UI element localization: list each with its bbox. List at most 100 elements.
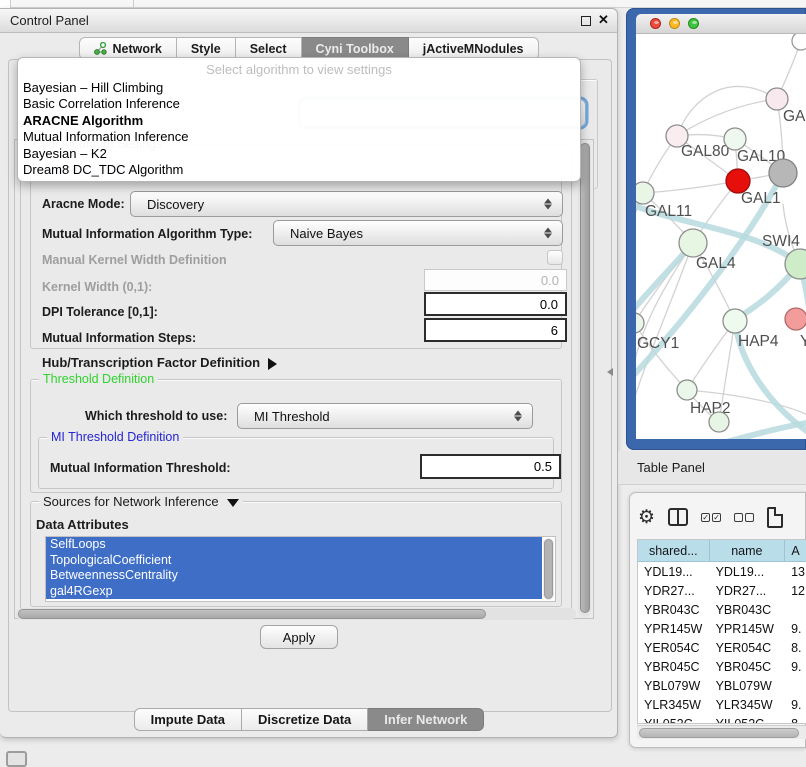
node-label: Y [800, 333, 806, 350]
table-horizontal-scrollbar[interactable] [637, 725, 806, 739]
vertical-scrollbar-thumb[interactable] [580, 143, 590, 613]
network-node-gal[interactable] [766, 88, 788, 110]
network-edge[interactable] [636, 243, 693, 375]
control-panel-titlebar[interactable]: Control Panel ✕ [0, 9, 617, 33]
kernel-width-field[interactable]: 0.0 [424, 269, 567, 291]
network-window-titlebar[interactable] [636, 14, 806, 34]
table-cell: YBR045C [710, 657, 786, 676]
network-edge[interactable] [719, 422, 806, 439]
algorithm-option[interactable]: ARACNE Algorithm [18, 113, 580, 129]
table-cell: 9. [785, 695, 806, 714]
network-node-gal10[interactable] [724, 128, 746, 150]
kernel-width-value: 0.0 [541, 273, 559, 288]
algorithm-option[interactable]: Basic Correlation Inference [18, 96, 580, 112]
network-node-gal11[interactable] [636, 182, 654, 204]
attribute-item[interactable]: TopologicalCoefficient [46, 553, 542, 569]
table-cell: YPR145W [710, 619, 786, 638]
column-header-1[interactable]: shared... [638, 540, 710, 561]
dpi-tolerance-field[interactable]: 0.0 [424, 292, 567, 316]
which-threshold-combobox[interactable]: MI Threshold [237, 403, 533, 429]
table-header-row[interactable]: shared...nameA [638, 540, 806, 562]
hub-definition-toggle[interactable]: Hub/Transcription Factor Definition [42, 355, 277, 370]
network-node-y[interactable] [785, 308, 806, 330]
deselect-all-icon[interactable] [734, 513, 754, 522]
minimize-traffic-light-icon[interactable] [669, 18, 680, 29]
attributes-scrollbar[interactable] [543, 538, 554, 600]
zoom-traffic-light-icon[interactable] [688, 18, 699, 29]
table-row[interactable]: YDL19...YDL19...13 [638, 562, 806, 581]
table-row[interactable]: YER054CYER054C8. [638, 638, 806, 657]
expand-right-icon [268, 358, 277, 370]
table-panel-titlebar[interactable]: Table Panel [618, 451, 806, 485]
network-view-window[interactable]: GALGAL80GAL10GAL1GAL11GAL4SWI4HAP4YGCY1H… [626, 8, 806, 450]
network-node-hap4[interactable] [723, 309, 747, 333]
mi-threshold-value: 0.5 [534, 459, 552, 474]
table-cell: YBR043C [710, 600, 786, 619]
import-table-icon[interactable] [767, 507, 783, 528]
close-icon[interactable]: ✕ [598, 12, 609, 28]
manual-kernel-checkbox[interactable] [547, 250, 563, 265]
attribute-item[interactable]: SelfLoops [46, 537, 542, 553]
algorithm-option[interactable]: Mutual Information Inference [18, 129, 580, 145]
data-attributes-list[interactable]: SelfLoopsTopologicalCoefficientBetweenne… [45, 536, 556, 602]
algorithm-option[interactable]: Dream8 DC_TDC Algorithm [18, 162, 580, 178]
table-cell: YDL19... [710, 562, 786, 581]
horizontal-scrollbar-thumb[interactable] [18, 609, 486, 619]
select-all-icon[interactable]: ✓✓ [701, 513, 721, 522]
table-scrollbar-thumb[interactable] [639, 728, 799, 738]
algorithm-dropdown-items: Bayesian – Hill ClimbingBasic Correlatio… [18, 80, 580, 178]
algorithm-option[interactable]: Bayesian – Hill Climbing [18, 80, 580, 96]
tab-infer-network[interactable]: Infer Network [368, 708, 484, 731]
mi-type-combobox[interactable]: Naive Bayes [273, 220, 563, 246]
network-node-hap2[interactable] [677, 380, 697, 400]
docked-panel-icon[interactable] [6, 751, 27, 767]
table-row[interactable]: YBL079WYBL079W [638, 676, 806, 695]
table-row[interactable]: YBR045CYBR045C9. [638, 657, 806, 676]
apply-button[interactable]: Apply [260, 625, 338, 649]
columns-icon[interactable] [668, 508, 688, 526]
node-table[interactable]: shared...nameA YDL19...YDL19...13YDR27..… [637, 539, 806, 724]
attributes-scrollbar-thumb[interactable] [544, 539, 553, 599]
aracne-mode-combobox[interactable]: Discovery [130, 191, 563, 217]
mi-threshold-field[interactable]: 0.5 [420, 454, 561, 479]
network-edge[interactable] [643, 181, 738, 193]
float-window-icon[interactable] [581, 16, 591, 26]
network-node-gcy1[interactable] [636, 313, 644, 333]
close-traffic-light-icon[interactable] [650, 18, 661, 29]
horizontal-scrollbar[interactable] [16, 608, 576, 620]
network-edge[interactable] [677, 99, 777, 136]
table-row[interactable]: YLR345WYLR345W9. [638, 695, 806, 714]
attribute-item[interactable]: gal4RGexp [46, 584, 542, 600]
table-row[interactable]: YBR043CYBR043C [638, 600, 806, 619]
vertical-scrollbar[interactable] [578, 141, 591, 617]
table-panel-card: ⚙ ✓✓ shared...nameA YDL19...YDL19...13YD… [629, 492, 806, 748]
mi-steps-field[interactable]: 6 [424, 318, 567, 342]
gear-icon[interactable]: ⚙ [638, 508, 655, 527]
table-row[interactable]: YPR145WYPR145W9. [638, 619, 806, 638]
table-cell: 8. [785, 638, 806, 657]
tab-impute-data[interactable]: Impute Data [134, 708, 242, 731]
app-toolbar-edge [0, 0, 806, 8]
table-cell: 9. [785, 657, 806, 676]
node-label: GAL80 [681, 143, 730, 160]
toolbar-divider [133, 0, 134, 8]
tab-label: Style [191, 42, 221, 56]
tab-discretize-data[interactable]: Discretize Data [242, 708, 368, 731]
column-header-3[interactable]: A [785, 540, 806, 561]
algorithm-option[interactable]: Bayesian – K2 [18, 146, 580, 162]
network-node[interactable] [709, 412, 729, 432]
table-cell: 9. [785, 619, 806, 638]
table-row[interactable]: YIL052CYIL052C8 [638, 714, 806, 724]
network-node-gal4[interactable] [679, 229, 707, 257]
node-label: GAL [783, 108, 806, 125]
network-canvas[interactable]: GALGAL80GAL10GAL1GAL11GAL4SWI4HAP4YGCY1H… [636, 34, 806, 439]
network-node[interactable] [769, 159, 797, 187]
sources-title[interactable]: Sources for Network Inference [39, 494, 243, 509]
data-attributes-label: Data Attributes [36, 517, 129, 532]
splitter-collapse-icon[interactable] [607, 368, 613, 376]
mi-type-label: Mutual Information Algorithm Type: [42, 227, 252, 241]
attribute-item[interactable]: BetweennessCentrality [46, 568, 542, 584]
table-row[interactable]: YDR27...YDR27...12 [638, 581, 806, 600]
column-header-2[interactable]: name [710, 540, 786, 561]
network-node[interactable] [792, 34, 806, 50]
